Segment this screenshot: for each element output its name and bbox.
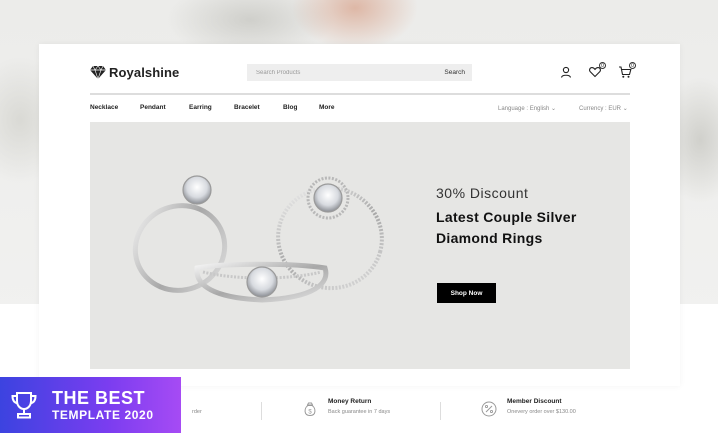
feature-divider bbox=[440, 402, 441, 420]
nav-item-pendant[interactable]: Pendant bbox=[140, 104, 189, 111]
feature-title: Money Return bbox=[328, 398, 372, 405]
currency-selector[interactable]: Currency : EUR ⌄ bbox=[579, 105, 628, 112]
feature-desc: Back guarantee in 7 days bbox=[328, 409, 391, 415]
chevron-down-icon: ⌄ bbox=[551, 106, 557, 112]
currency-label: Currency : EUR bbox=[579, 106, 622, 112]
promo-subtitle: 30% Discount bbox=[436, 185, 529, 201]
search-bar: Search bbox=[247, 64, 472, 81]
chevron-down-icon: ⌄ bbox=[622, 106, 628, 112]
feature-desc: Onevery order over $130.00 bbox=[507, 409, 576, 415]
wishlist-count-badge: 0 bbox=[599, 62, 606, 69]
nav-item-necklace[interactable]: Necklace bbox=[90, 104, 140, 111]
language-selector[interactable]: Language : English ⌄ bbox=[498, 105, 556, 112]
header-divider bbox=[90, 93, 630, 95]
shop-now-button[interactable]: Shop Now bbox=[437, 283, 496, 303]
feature-money-return: $ Money Return Back guarantee in 7 days bbox=[302, 398, 390, 417]
svg-text:$: $ bbox=[308, 410, 312, 416]
money-bag-icon: $ bbox=[304, 402, 316, 417]
user-icon bbox=[560, 66, 572, 78]
feature-desc: rder bbox=[192, 409, 202, 415]
logo-text: Royalshine bbox=[109, 65, 180, 80]
feature-title: Member Discount bbox=[507, 398, 562, 405]
nav-item-earring[interactable]: Earring bbox=[189, 104, 234, 111]
percent-icon bbox=[481, 401, 497, 417]
nav-item-blog[interactable]: Blog bbox=[283, 104, 319, 111]
nav-item-bracelet[interactable]: Bracelet bbox=[234, 104, 283, 111]
search-button[interactable]: Search bbox=[444, 69, 465, 76]
site-logo[interactable]: Royalshine bbox=[90, 65, 179, 80]
diamond-rings-image bbox=[132, 175, 384, 303]
best-template-badge: THE BEST TEMPLATE 2020 bbox=[0, 377, 181, 433]
promo-title: Latest Couple Silver Diamond Rings bbox=[436, 209, 577, 246]
trophy-icon bbox=[11, 392, 37, 419]
badge-line-2: TEMPLATE 2020 bbox=[52, 407, 154, 422]
nav-item-more[interactable]: More bbox=[319, 104, 335, 111]
diamond-icon bbox=[90, 66, 106, 79]
language-label: Language : English bbox=[498, 106, 550, 112]
feature-member-discount: Member Discount Onevery order over $130.… bbox=[481, 398, 576, 417]
badge-line-1: THE BEST bbox=[52, 387, 146, 408]
user-account-button[interactable] bbox=[559, 65, 573, 79]
feature-divider bbox=[261, 402, 262, 420]
main-nav: Necklace Pendant Earring Bracelet Blog M… bbox=[90, 104, 335, 111]
wishlist-button[interactable]: 0 bbox=[588, 62, 606, 79]
cart-count-badge: 0 bbox=[629, 62, 636, 69]
search-input[interactable] bbox=[256, 69, 406, 76]
cart-button[interactable]: 0 bbox=[618, 62, 636, 79]
